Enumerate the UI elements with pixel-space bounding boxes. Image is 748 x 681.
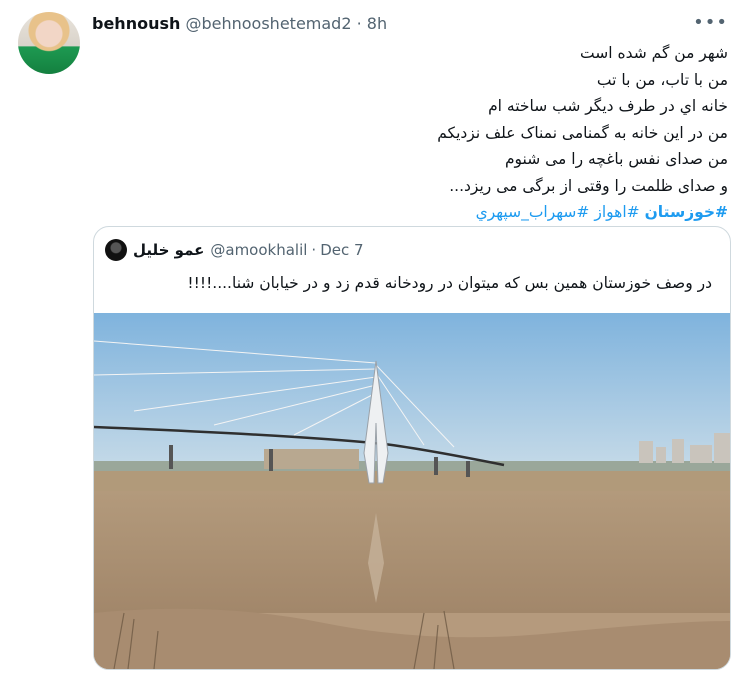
quoted-author-name[interactable]: عمو خلیل [133, 241, 204, 259]
tweet-line: شهر من گم شده است [580, 44, 728, 62]
tweet-line: خانه اي در طرف ديگر شب ساخته ام [488, 97, 728, 115]
quoted-tweet-card[interactable]: عمو خلیل @amookhalil · Dec 7 در وصف خوزس… [93, 226, 731, 670]
quoted-header-separator: · [311, 241, 317, 259]
author-avatar[interactable] [18, 12, 80, 74]
quoted-author-handle[interactable]: @amookhalil [210, 241, 307, 259]
quoted-author-avatar[interactable] [105, 239, 127, 261]
tweet-line: و صدای ظلمت را وقتی از برگی می ريزد... [449, 176, 728, 195]
header-separator: · [356, 14, 362, 33]
tweet-line: من در اين خانه به گمنامی نمناک علف نزديک… [437, 123, 728, 142]
hashtag-link[interactable]: #سهراب_سپهري [476, 203, 590, 221]
tweet-timestamp[interactable]: 8h [367, 14, 387, 33]
quoted-tweet-header: عمو خلیل @amookhalil · Dec 7 [105, 239, 368, 261]
tweet-line: من صدای نفس باغچه را می شنوم [504, 150, 728, 168]
hashtag-row: #خوزستان #اهواز #سهراب_سپهري [98, 199, 728, 226]
tweet-line: من با تاب، من با تب [596, 70, 728, 89]
author-name[interactable]: behnoush [92, 14, 180, 33]
more-options-icon[interactable]: ••• [693, 12, 728, 33]
quoted-tweet-text: در وصف خوزستان همین بس که میتوان در رودخ… [187, 274, 712, 292]
hashtag-link[interactable]: #خوزستان [645, 203, 728, 221]
tweet-body: شهر من گم شده است من با تاب، من با تب خا… [98, 40, 728, 226]
bridge-river-photo[interactable] [94, 313, 730, 669]
hashtag-link[interactable]: #اهواز [594, 203, 639, 221]
quoted-tweet-timestamp[interactable]: Dec 7 [320, 241, 363, 259]
author-handle[interactable]: @behnooshetemad2 [185, 14, 351, 33]
tweet-header: behnoush @behnooshetemad2 · 8h [92, 14, 387, 33]
